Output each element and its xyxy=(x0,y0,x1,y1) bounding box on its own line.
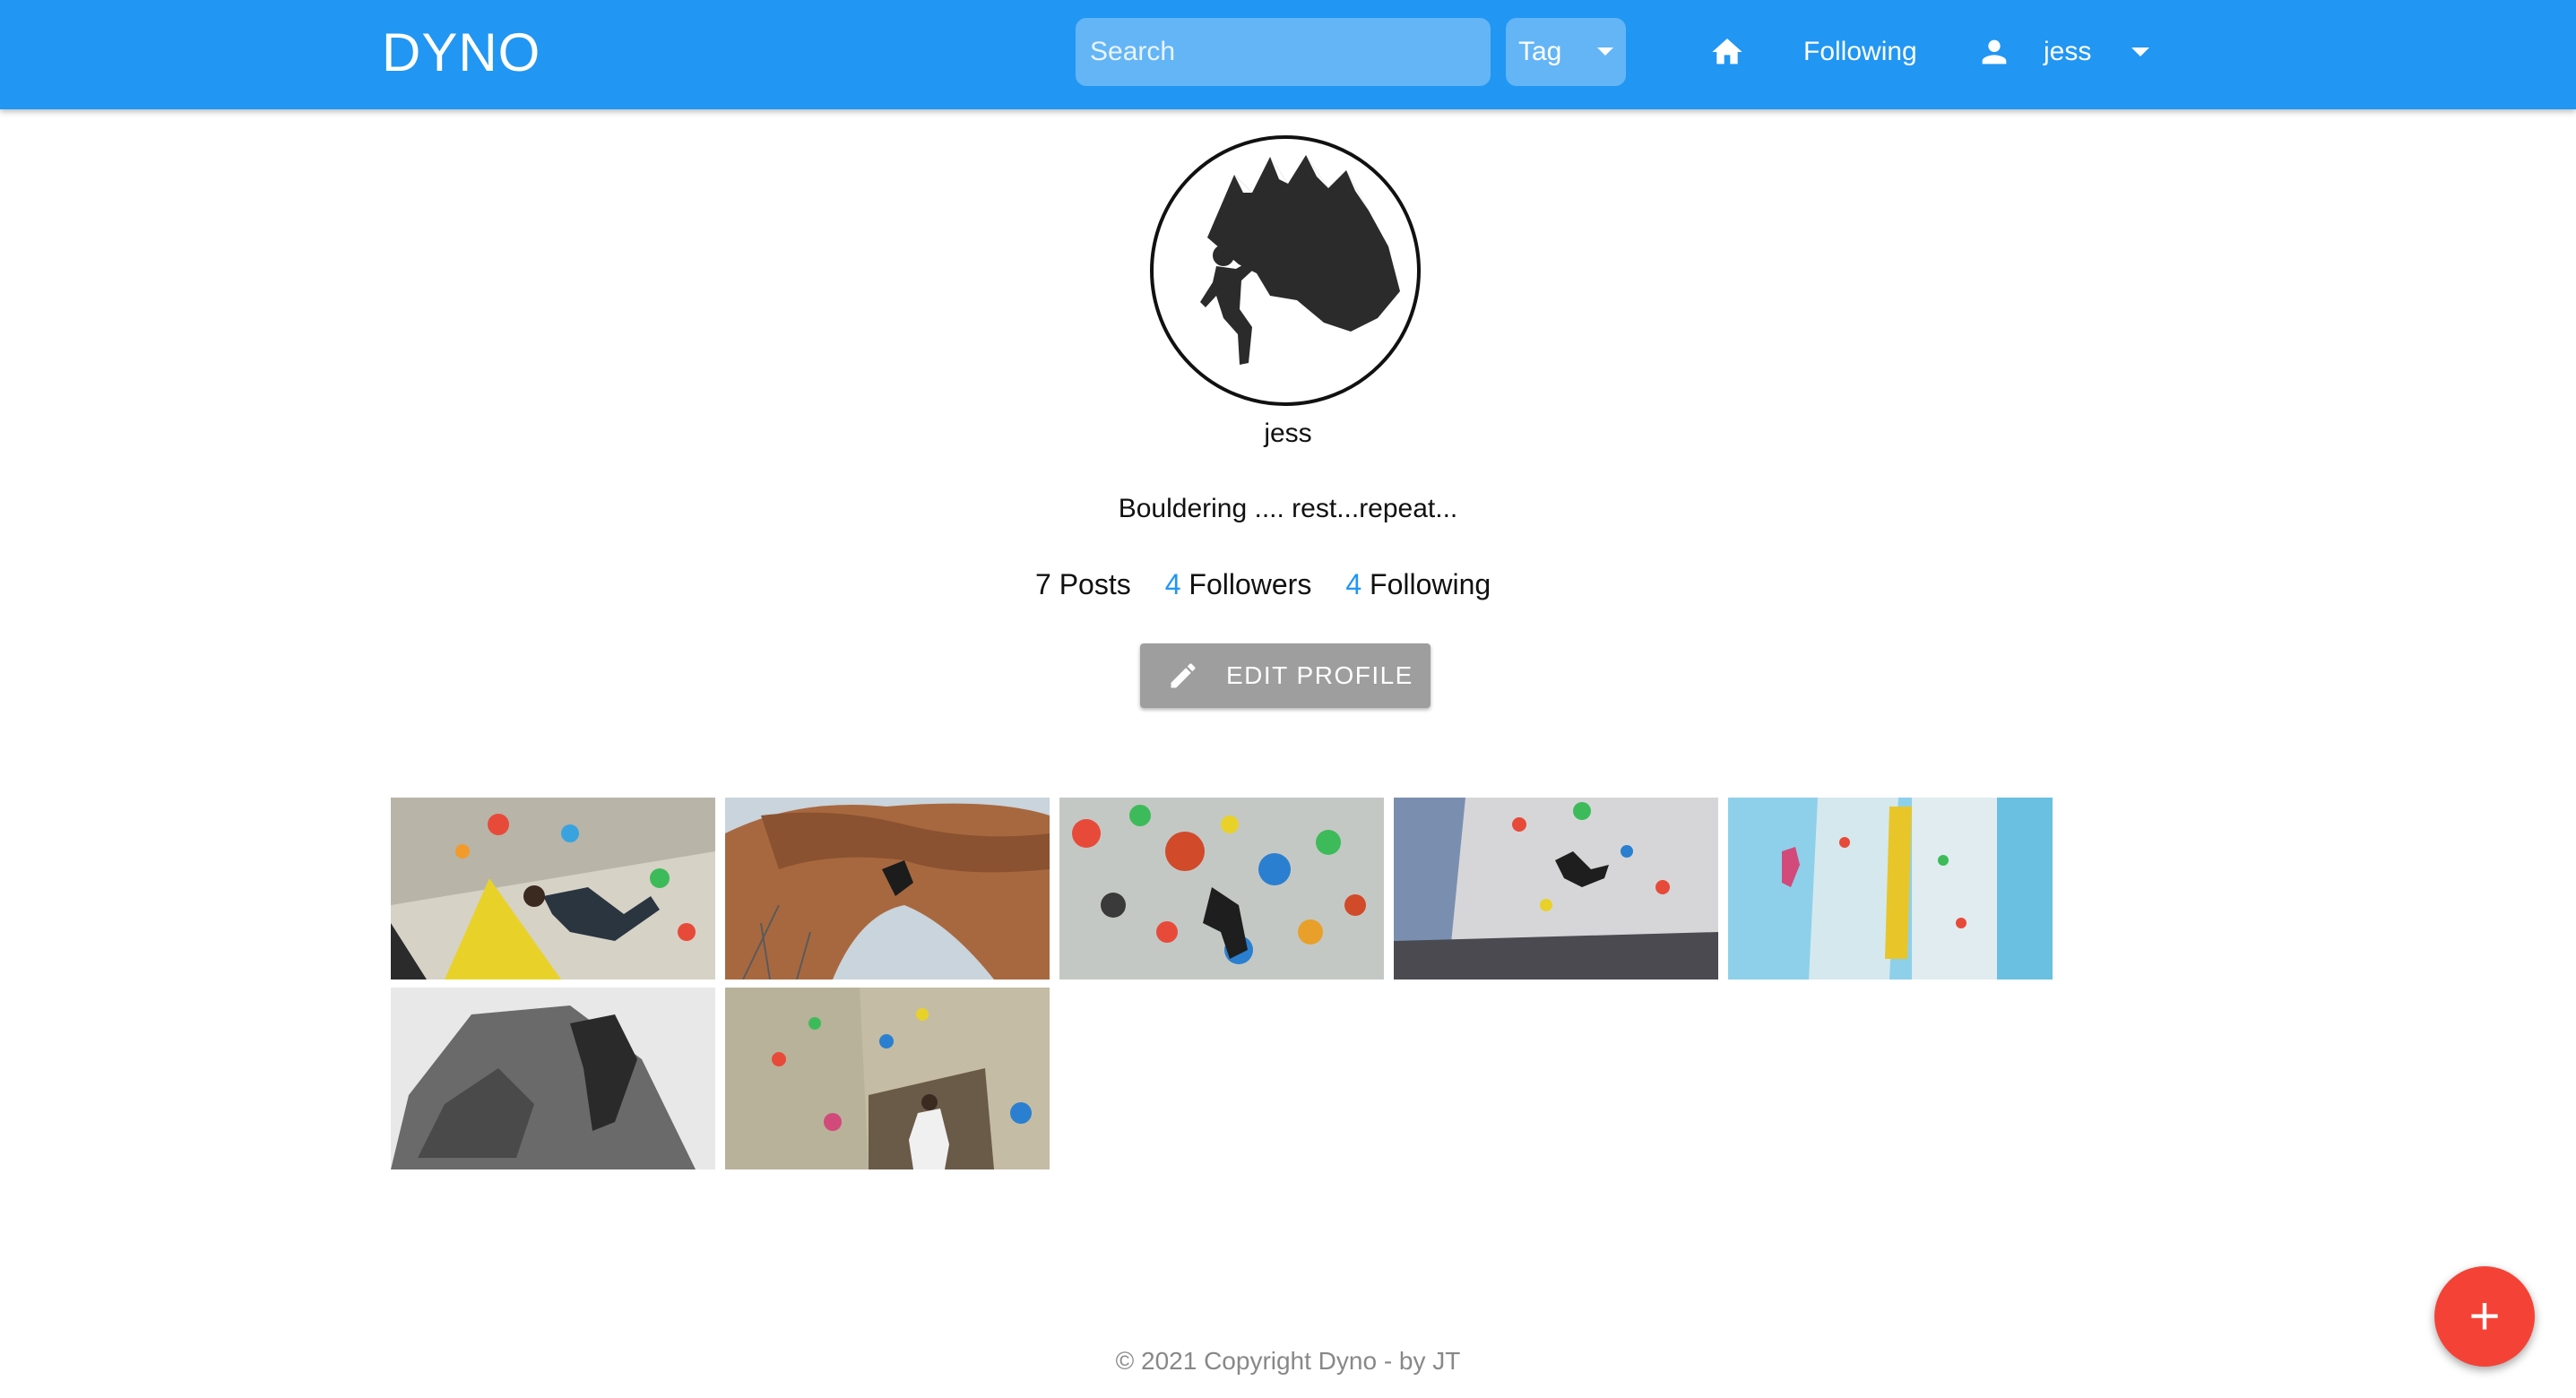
followers-count[interactable]: 4 xyxy=(1165,568,1181,600)
home-icon[interactable] xyxy=(1707,34,1747,70)
climber-logo-image xyxy=(1200,155,1400,365)
post-thumbnail[interactable] xyxy=(391,798,715,979)
post-image xyxy=(725,798,1050,979)
followers-label[interactable]: Followers xyxy=(1189,568,1311,600)
post-image xyxy=(725,988,1050,1169)
nav-username[interactable]: jess xyxy=(2044,36,2091,68)
followers-stat[interactable]: 4 Followers xyxy=(1165,568,1312,601)
posts-count: 7 xyxy=(1035,568,1051,600)
nav-following-link[interactable]: Following xyxy=(1803,36,1917,68)
tag-select[interactable]: Tag xyxy=(1506,18,1626,86)
profile-stats: 7 Posts 4 Followers 4 Following xyxy=(1035,568,1491,601)
profile-username: jess xyxy=(1264,419,1312,448)
post-thumbnail[interactable] xyxy=(725,988,1050,1169)
post-image xyxy=(1728,798,2053,979)
edit-profile-label: EDIT PROFILE xyxy=(1226,661,1413,689)
post-thumbnail[interactable] xyxy=(1059,798,1384,979)
post-thumbnail[interactable] xyxy=(1728,798,2053,979)
user-menu-chevron-icon[interactable] xyxy=(2131,47,2149,56)
footer-copyright: © 2021 Copyright Dyno - by JT xyxy=(1115,1347,1461,1375)
post-thumbnail[interactable] xyxy=(725,798,1050,979)
brand-logo[interactable]: DYNO xyxy=(382,22,540,84)
post-thumbnail[interactable] xyxy=(391,988,715,1169)
posts-stat: 7 Posts xyxy=(1035,568,1131,601)
user-icon[interactable] xyxy=(1976,34,2012,70)
top-navbar: DYNO Tag Following jess xyxy=(0,0,2576,109)
posts-label: Posts xyxy=(1059,568,1131,600)
post-image xyxy=(1059,798,1384,979)
edit-profile-button[interactable]: EDIT PROFILE xyxy=(1140,643,1431,708)
following-count[interactable]: 4 xyxy=(1345,568,1361,600)
profile-bio: Bouldering .... rest...repeat... xyxy=(1118,494,1458,523)
following-stat[interactable]: 4 Following xyxy=(1345,568,1491,601)
post-thumbnail[interactable] xyxy=(1394,798,1718,979)
search-input[interactable] xyxy=(1076,18,1491,86)
post-image xyxy=(391,798,715,979)
post-image xyxy=(391,988,715,1169)
chevron-down-icon xyxy=(1597,47,1613,56)
following-label[interactable]: Following xyxy=(1370,568,1491,600)
tag-select-label: Tag xyxy=(1518,37,1562,66)
post-image xyxy=(1394,798,1718,979)
pencil-icon xyxy=(1171,663,1196,688)
avatar xyxy=(1150,135,1421,406)
